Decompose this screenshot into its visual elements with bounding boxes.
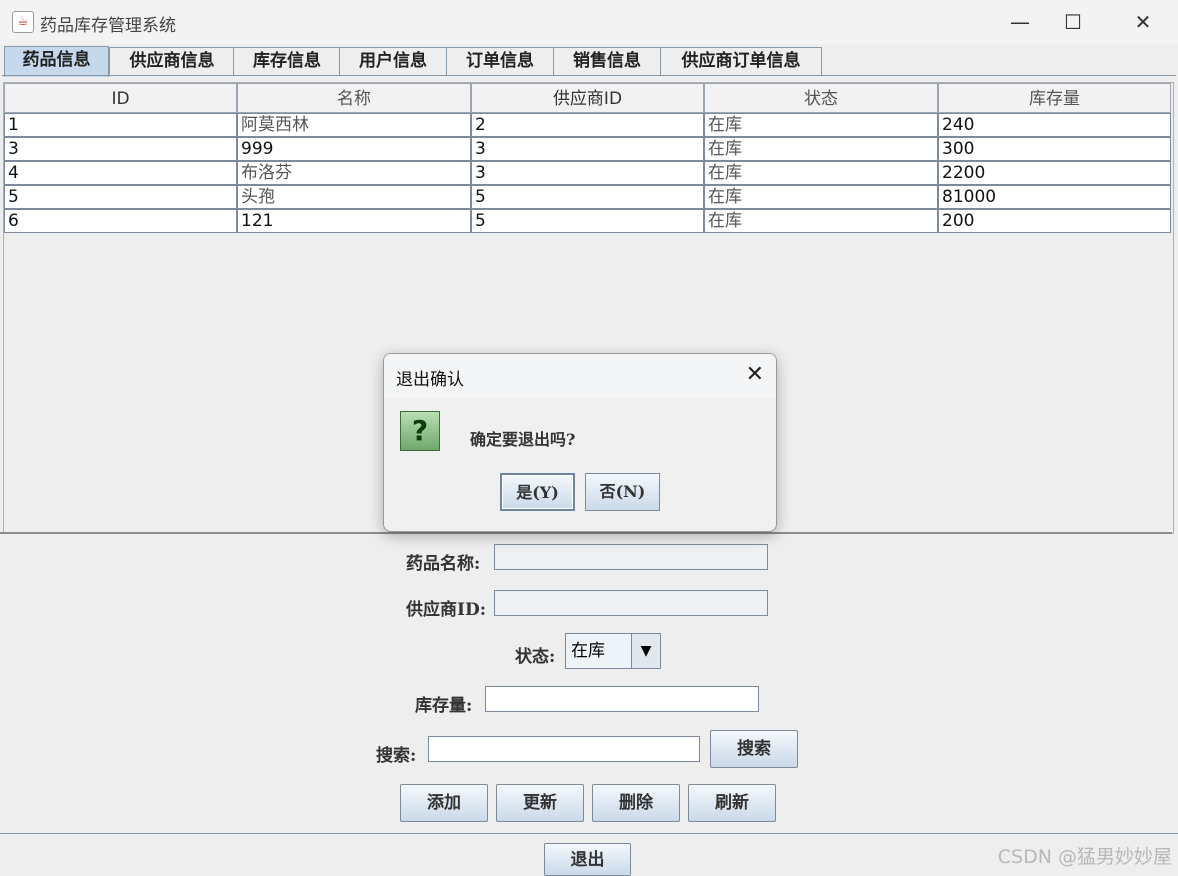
search-button[interactable]: 搜索: [710, 730, 798, 768]
column-header-status[interactable]: 状态: [704, 83, 938, 113]
medicine-name-input[interactable]: [494, 544, 768, 570]
exit-button[interactable]: 退出: [544, 843, 631, 876]
maximize-button[interactable]: ☐: [1045, 6, 1101, 38]
supplier-id-input[interactable]: [494, 590, 768, 616]
cell-supplier-id: 3: [471, 137, 704, 161]
cell-stock: 2200: [938, 161, 1171, 185]
close-button[interactable]: ✕: [1115, 6, 1171, 38]
cell-status: 在库: [704, 209, 938, 233]
status-label: 状态:: [515, 647, 556, 667]
column-header-id[interactable]: ID: [4, 83, 237, 113]
exit-confirm-dialog: 退出确认 ✕ ? 确定要退出吗? 是(Y) 否(N): [383, 353, 777, 532]
tab-medicine-info[interactable]: 药品信息: [4, 46, 109, 77]
cell-status: 在库: [704, 161, 938, 185]
no-button[interactable]: 否(N): [585, 473, 660, 511]
stock-input[interactable]: [485, 686, 759, 712]
cell-stock: 300: [938, 137, 1171, 161]
yes-button[interactable]: 是(Y): [500, 473, 575, 511]
cell-name: 头孢: [237, 185, 471, 209]
cell-name: 121: [237, 209, 471, 233]
tab-user-info[interactable]: 用户信息: [339, 47, 447, 75]
cell-status: 在库: [704, 113, 938, 137]
tab-supplier-order-info[interactable]: 供应商订单信息: [660, 47, 822, 75]
search-input[interactable]: [428, 736, 700, 762]
column-header-name[interactable]: 名称: [237, 83, 471, 113]
cell-name: 布洛芬: [237, 161, 471, 185]
watermark: CSDN @猛男妙妙屋: [997, 846, 1172, 868]
tab-inventory-info[interactable]: 库存信息: [233, 47, 341, 75]
cell-stock: 200: [938, 209, 1171, 233]
tab-underline: [2, 75, 1176, 76]
status-dropdown[interactable]: 在库 ▼: [565, 633, 661, 669]
cell-id: 4: [4, 161, 237, 185]
cell-status: 在库: [704, 137, 938, 161]
tab-order-info[interactable]: 订单信息: [446, 47, 554, 75]
cell-supplier-id: 3: [471, 161, 704, 185]
cell-stock: 81000: [938, 185, 1171, 209]
cell-id: 5: [4, 185, 237, 209]
medicine-name-label: 药品名称:: [406, 554, 481, 574]
delete-button[interactable]: 删除: [592, 784, 680, 822]
cell-name: 阿莫西林: [237, 113, 471, 137]
chevron-down-icon[interactable]: ▼: [631, 634, 660, 668]
tab-sales-info[interactable]: 销售信息: [553, 47, 661, 75]
supplier-id-label: 供应商ID:: [406, 600, 486, 620]
column-header-supplier-id[interactable]: 供应商ID: [471, 83, 704, 113]
cell-id: 6: [4, 209, 237, 233]
cell-stock: 240: [938, 113, 1171, 137]
refresh-button[interactable]: 刷新: [688, 784, 776, 822]
search-label: 搜索:: [376, 746, 417, 766]
dialog-title: 退出确认: [396, 370, 464, 390]
cell-supplier-id: 5: [471, 185, 704, 209]
cell-id: 1: [4, 113, 237, 137]
cell-id: 3: [4, 137, 237, 161]
cell-supplier-id: 5: [471, 209, 704, 233]
minimize-button[interactable]: —: [992, 6, 1048, 38]
column-header-stock[interactable]: 库存量: [938, 83, 1171, 113]
java-cup-icon: ☕: [12, 11, 34, 33]
add-button[interactable]: 添加: [400, 784, 488, 822]
window-title: 药品库存管理系统: [40, 16, 176, 36]
bottom-separator: [0, 833, 1178, 834]
dialog-message: 确定要退出吗?: [470, 430, 576, 449]
cell-supplier-id: 2: [471, 113, 704, 137]
update-button[interactable]: 更新: [496, 784, 584, 822]
cell-status: 在库: [704, 185, 938, 209]
question-icon: ?: [400, 411, 440, 451]
window-titlebar: ☕ 药品库存管理系统 — ☐ ✕: [0, 0, 1178, 44]
dialog-close-icon[interactable]: ✕: [746, 362, 764, 387]
split-divider[interactable]: [0, 532, 1172, 534]
stock-label: 库存量:: [415, 696, 473, 716]
status-dropdown-value: 在库: [571, 641, 605, 661]
cell-name: 999: [237, 137, 471, 161]
tab-supplier-info[interactable]: 供应商信息: [109, 47, 235, 75]
